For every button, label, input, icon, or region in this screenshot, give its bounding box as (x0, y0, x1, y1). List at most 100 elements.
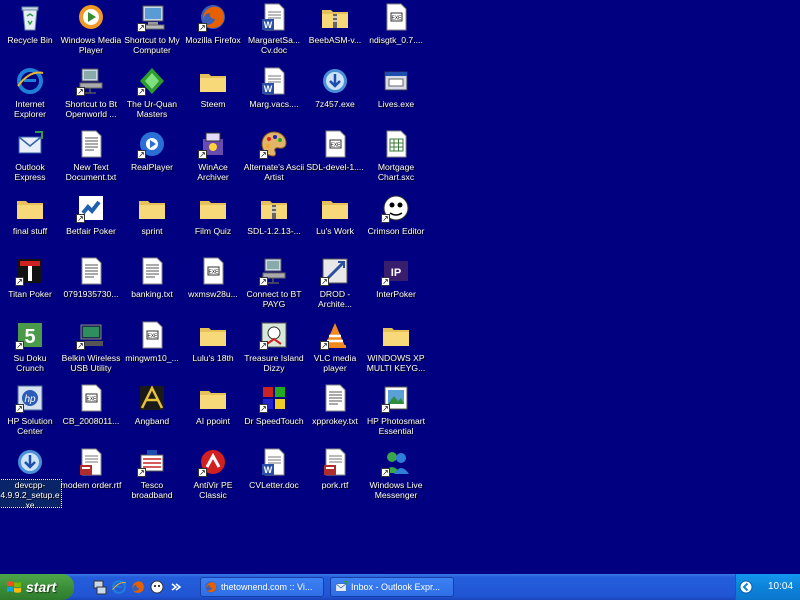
desktop-icon[interactable]: Windows Media Player (59, 0, 123, 62)
desktop-icon[interactable]: Angband (120, 381, 184, 443)
desktop-icon[interactable]: 0791935730... (59, 254, 123, 316)
network-icon[interactable] (92, 579, 108, 595)
desktop-icon[interactable]: ↗ RealPlayer (120, 127, 184, 189)
folder-icon (198, 383, 228, 413)
desktop-icon[interactable]: New Text Document.txt (59, 127, 123, 189)
desktop-icon[interactable]: ↗ Alternate's Ascii Artist (242, 127, 306, 189)
desktop-icon[interactable]: sprint (120, 191, 184, 253)
zip-folder-icon (320, 2, 350, 32)
desktop-icon[interactable]: EXE SDL-devel-1.... (303, 127, 367, 189)
ie-icon[interactable] (111, 579, 127, 595)
shortcut-arrow-icon: ↗ (137, 467, 146, 477)
desktop-icon[interactable]: SDL-1.2.13-... (242, 191, 306, 253)
desktop-icon[interactable]: W CVLetter.doc (242, 445, 306, 507)
desktop-icon[interactable]: ↗ Shortcut to Bt Openworld ... (59, 64, 123, 126)
network-computer-icon: ↗ (76, 66, 106, 96)
shortcut-arrow-icon: ↗ (320, 340, 329, 350)
desktop-icon[interactable]: BeebASM-v... (303, 0, 367, 62)
desktop-icon[interactable]: ↗ Belkin Wireless USB Utility (59, 318, 123, 380)
desktop-icon[interactable]: ↗ Crimson Editor (364, 191, 428, 253)
back-arrow-icon[interactable] (739, 580, 753, 594)
desktop-icon[interactable]: W MargaretSa... Cv.doc (242, 0, 306, 62)
firefox-icon[interactable] (130, 579, 146, 595)
system-tray: 10:04 (735, 574, 800, 600)
desktop-icon[interactable]: ↗ VLC media player (303, 318, 367, 380)
titan-poker-icon: ↗ (15, 256, 45, 286)
rtf-icon (76, 447, 106, 477)
start-button[interactable]: start (0, 574, 74, 600)
desktop-icon[interactable]: WINDOWS XP MULTI KEYG... (364, 318, 428, 380)
desktop-icon[interactable]: IP ↗ InterPoker (364, 254, 428, 316)
desktop-icon[interactable]: W Marg.vacs.... (242, 64, 306, 126)
folder-icon (198, 66, 228, 96)
chevron-icon[interactable] (168, 579, 184, 595)
messenger-icon: ↗ (381, 447, 411, 477)
desktop-icon-label: Lu's Work (316, 225, 354, 236)
desktop-icon-label: Shortcut to Bt Openworld ... (64, 98, 118, 119)
text-file-icon (320, 383, 350, 413)
desktop-icon-label: Treasure Island Dizzy (244, 352, 304, 373)
desktop-icon[interactable]: EXE CB_2008011... (59, 381, 123, 443)
desktop[interactable]: Recycle Bin Windows Media Player ↗ Shortcut… (0, 0, 800, 574)
desktop-icon-label: The Ur-Quan Masters (126, 98, 178, 119)
angband-icon (137, 383, 167, 413)
folder-icon (320, 193, 350, 223)
start-label: start (26, 579, 57, 595)
desktop-icon[interactable]: devcpp-4.9.9.2_setup.exe (0, 445, 62, 508)
desktop-icon[interactable]: pork.rtf (303, 445, 367, 507)
desktop-icon[interactable]: ↗ Shortcut to My Computer (120, 0, 184, 62)
desktop-icon[interactable]: Lu's Work (303, 191, 367, 253)
desktop-icon[interactable]: final stuff (0, 191, 62, 253)
desktop-icon[interactable]: Internet Explorer (0, 64, 62, 126)
desktop-icon[interactable]: ↗ Mozilla Firefox (181, 0, 245, 62)
desktop-icon[interactable]: ↗ HP Photosmart Essential (364, 381, 428, 443)
text-file-icon (76, 256, 106, 286)
desktop-icon[interactable]: AI ppoint (181, 381, 245, 443)
desktop-icon[interactable]: Steem (181, 64, 245, 126)
desktop-icon[interactable]: Film Quiz (181, 191, 245, 253)
taskbar-button[interactable]: thetownend.com :: Vi... (200, 577, 324, 597)
desktop-icon[interactable]: banking.txt (120, 254, 184, 316)
dog-icon[interactable] (149, 579, 165, 595)
desktop-icon-label: 0791935730... (63, 289, 119, 299)
drod-icon: ↗ (320, 256, 350, 286)
desktop-icon[interactable]: ↗ WinAce Archiver (181, 127, 245, 189)
desktop-icon[interactable]: Recycle Bin (0, 0, 62, 62)
desktop-icon[interactable]: Lives.exe (364, 64, 428, 126)
desktop-icon-label: Lulu's 18th (192, 352, 234, 363)
desktop-icon-label: Betfair Poker (66, 225, 116, 236)
taskbar: start thetownend.com :: Vi... Inbox - Out… (0, 574, 800, 600)
desktop-icon[interactable]: ↗ Dr SpeedTouch (242, 381, 306, 443)
desktop-icon[interactable]: ↗ Tesco broadband (120, 445, 184, 507)
desktop-icon[interactable]: ↗ Windows Live Messenger (364, 445, 428, 507)
desktop-icon[interactable]: 7z457.exe (303, 64, 367, 126)
desktop-icon[interactable]: ↗ Connect to BT PAYG (242, 254, 306, 316)
desktop-icon-label: HP Solution Center (7, 416, 53, 436)
desktop-icon-label: Lives.exe (377, 98, 415, 109)
desktop-icon[interactable]: 5 ↗ Su Doku Crunch (0, 318, 62, 380)
desktop-icon[interactable]: ↗ Treasure Island Dizzy (242, 318, 306, 380)
desktop-icon-label: Angband (134, 416, 170, 426)
desktop-icon[interactable]: ↗ AntiVir PE Classic (181, 445, 245, 507)
desktop-icon[interactable]: ↗ Titan Poker (0, 254, 62, 316)
outlook-icon (334, 580, 348, 594)
clock[interactable]: 10:04 (768, 574, 793, 600)
desktop-icon[interactable]: Mortgage Chart.sxc (364, 127, 428, 189)
desktop-icon[interactable]: EXE wxmsw28u... (181, 254, 245, 316)
desktop-icon[interactable]: xpprokey.txt (303, 381, 367, 443)
desktop-icon[interactable]: ↗ The Ur-Quan Masters (120, 64, 184, 126)
svg-text:W: W (264, 465, 273, 475)
desktop-icon[interactable]: ↗ Betfair Poker (59, 191, 123, 253)
shortcut-arrow-icon: ↗ (259, 340, 268, 350)
desktop-icon[interactable]: EXE ndisgtk_0.7.... (364, 0, 428, 62)
firefox-icon (204, 580, 218, 594)
desktop-icon[interactable]: Outlook Express (0, 127, 62, 189)
taskbar-button[interactable]: Inbox - Outlook Expr... (330, 577, 454, 597)
desktop-icon[interactable]: hp ↗ HP Solution Center (0, 381, 62, 443)
desktop-icon[interactable]: Lulu's 18th (181, 318, 245, 380)
desktop-icon-label: pork.rtf (321, 479, 349, 490)
desktop-icon[interactable]: ↗ DROD - Archite... (303, 254, 367, 316)
desktop-icon[interactable]: modem order.rtf (59, 445, 123, 507)
desktop-icon[interactable]: EXE mingwm10_... (120, 318, 184, 380)
shortcut-arrow-icon: ↗ (137, 150, 146, 159)
